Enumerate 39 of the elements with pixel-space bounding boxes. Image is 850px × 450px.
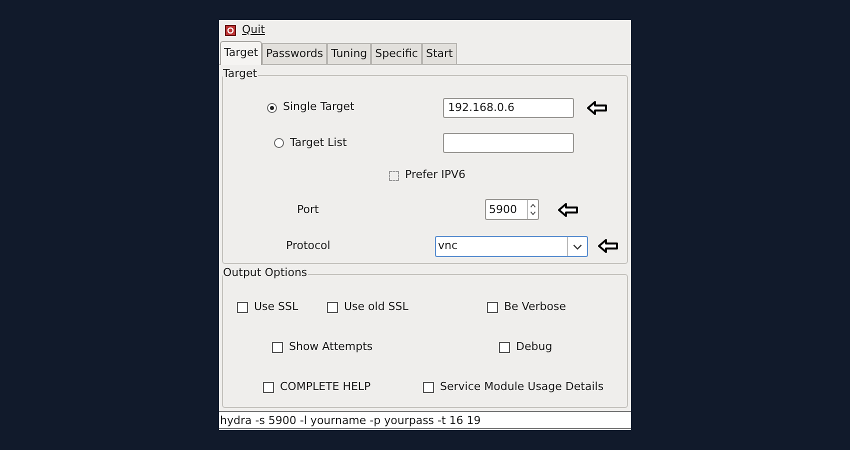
checkbox[interactable] bbox=[272, 342, 283, 352]
port-spinbox[interactable]: 5900 bbox=[485, 199, 539, 220]
target-field[interactable] bbox=[443, 133, 574, 154]
group-title: Output Options bbox=[223, 266, 308, 280]
radio-button[interactable] bbox=[267, 102, 277, 113]
checkbox-label: Prefer IPV6 bbox=[405, 167, 466, 184]
checkbox-label: COMPLETE HELP bbox=[280, 378, 371, 395]
checkbox-label: Use SSL bbox=[254, 298, 298, 315]
checkbox[interactable] bbox=[327, 302, 338, 312]
group-title: Target bbox=[223, 67, 258, 81]
tab[interactable]: Tuning bbox=[327, 43, 372, 64]
protocol-dropdown[interactable]: vnc bbox=[435, 236, 588, 257]
tab[interactable]: Start bbox=[422, 43, 457, 64]
checkbox-label: Show Attempts bbox=[289, 338, 373, 355]
target-field[interactable]: 192.168.0.6 bbox=[443, 98, 574, 118]
checkbox[interactable] bbox=[499, 342, 510, 352]
checkbox[interactable] bbox=[263, 382, 274, 392]
quit-icon bbox=[225, 24, 236, 36]
checkbox[interactable] bbox=[487, 302, 498, 312]
checkbox-label: Debug bbox=[516, 338, 552, 355]
checkbox-label: Service Module Usage Details bbox=[440, 378, 604, 395]
checkbox-label: Use old SSL bbox=[344, 298, 408, 315]
tab[interactable]: Target bbox=[220, 41, 262, 65]
radio-label: Target List bbox=[290, 134, 347, 151]
radio-button[interactable] bbox=[274, 138, 284, 148]
spin-arrows-icon[interactable] bbox=[527, 200, 538, 220]
checkbox[interactable] bbox=[423, 382, 434, 392]
tab[interactable]: Specific bbox=[371, 43, 422, 64]
left-arrow-icon bbox=[598, 239, 618, 254]
checkbox[interactable] bbox=[389, 170, 399, 181]
quit-menu[interactable]: Quit bbox=[242, 22, 265, 38]
tab[interactable]: Passwords bbox=[262, 43, 328, 64]
left-arrow-icon bbox=[587, 100, 607, 115]
checkbox[interactable] bbox=[237, 302, 248, 312]
port-label: Port bbox=[296, 202, 320, 218]
protocol-label: Protocol bbox=[285, 238, 332, 254]
left-arrow-icon bbox=[558, 202, 578, 217]
checkbox-label: Be Verbose bbox=[504, 298, 566, 315]
radio-label: Single Target bbox=[283, 99, 354, 116]
